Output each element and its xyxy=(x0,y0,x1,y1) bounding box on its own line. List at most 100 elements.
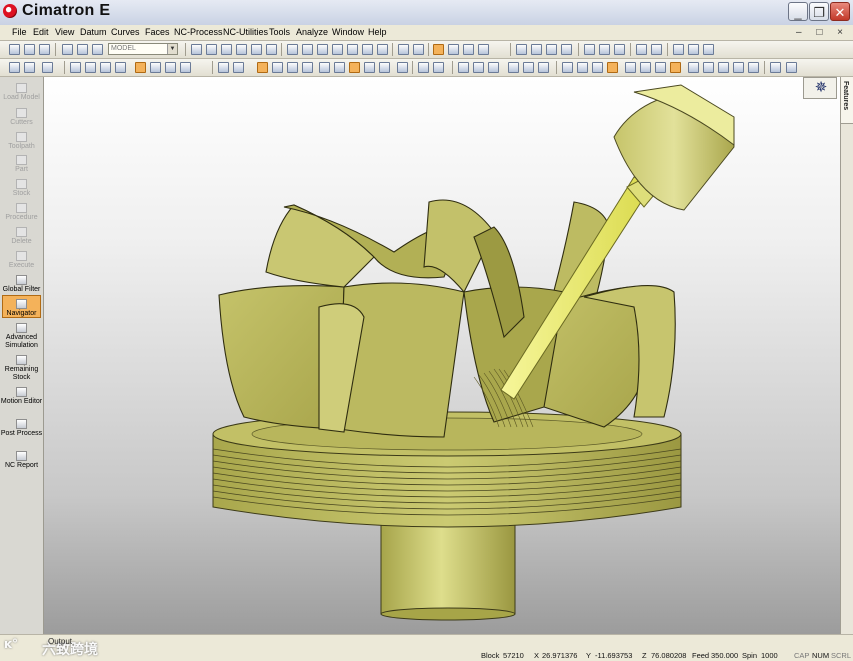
assembly-icon[interactable] xyxy=(673,44,684,55)
show-hide-icon[interactable] xyxy=(413,44,424,55)
sketch-icon[interactable] xyxy=(516,44,527,55)
output-tab[interactable]: Output xyxy=(48,637,72,646)
undo-icon[interactable] xyxy=(62,44,73,55)
mdi-window-controls[interactable]: – □ × xyxy=(796,26,849,39)
curve-edit-icon[interactable] xyxy=(433,62,444,73)
pick-object-icon[interactable] xyxy=(115,62,126,73)
trim-icon[interactable] xyxy=(640,62,651,73)
pick-face-icon[interactable] xyxy=(100,62,111,73)
features-tab[interactable]: Features xyxy=(841,77,853,124)
pan-icon[interactable] xyxy=(251,44,262,55)
pick-loop-icon[interactable] xyxy=(165,62,176,73)
view-back-icon[interactable] xyxy=(347,44,358,55)
menu-analyze[interactable]: Analyze xyxy=(296,26,328,39)
pick-point-icon[interactable] xyxy=(70,62,81,73)
zoom-window-icon[interactable] xyxy=(191,44,202,55)
axis-icon[interactable] xyxy=(508,62,519,73)
load-model-button[interactable]: Load Model xyxy=(0,83,43,102)
pick-active-icon[interactable] xyxy=(135,62,146,73)
wireframe-mode-icon[interactable] xyxy=(448,44,459,55)
menu-file[interactable]: File xyxy=(12,26,27,39)
minimize-button[interactable]: _ xyxy=(788,2,808,21)
unselect-icon[interactable] xyxy=(24,62,35,73)
zoom-all-icon[interactable] xyxy=(206,44,217,55)
snap-icon[interactable] xyxy=(770,62,781,73)
array-icon[interactable] xyxy=(538,62,549,73)
grid-icon[interactable] xyxy=(397,62,408,73)
dimension-icon[interactable] xyxy=(748,62,759,73)
blend-icon[interactable] xyxy=(561,44,572,55)
navigator-button[interactable]: Navigator xyxy=(0,299,43,318)
save-icon[interactable] xyxy=(39,44,50,55)
active-curve-icon[interactable] xyxy=(607,62,618,73)
info-icon[interactable] xyxy=(319,62,330,73)
revolve-icon[interactable] xyxy=(546,44,557,55)
select-icon[interactable] xyxy=(9,62,20,73)
advanced-simulation-button[interactable]: Advanced Simulation xyxy=(0,323,43,350)
components-icon[interactable] xyxy=(688,44,699,55)
pick-edge-icon[interactable] xyxy=(85,62,96,73)
extend-icon[interactable] xyxy=(655,62,666,73)
global-filter-button[interactable]: Global Filter xyxy=(0,275,43,294)
menu-curves[interactable]: Curves xyxy=(111,26,140,39)
transform-icon[interactable] xyxy=(233,62,244,73)
procedure-button[interactable]: Procedure xyxy=(0,203,43,222)
chamfer-icon[interactable] xyxy=(733,62,744,73)
section-icon[interactable] xyxy=(287,62,298,73)
redo-icon[interactable] xyxy=(77,44,88,55)
curve-tool-icon[interactable] xyxy=(418,62,429,73)
view-left-icon[interactable] xyxy=(377,44,388,55)
light-off-icon[interactable] xyxy=(599,44,610,55)
motion-editor-button[interactable]: Motion Editor xyxy=(0,387,43,406)
menu-datum[interactable]: Datum xyxy=(80,26,107,39)
view-top-icon[interactable] xyxy=(317,44,328,55)
close-button[interactable]: ✕ xyxy=(830,2,850,21)
remaining-stock-button[interactable]: Remaining Stock xyxy=(0,355,43,382)
post-process-button[interactable]: Post Process xyxy=(0,419,43,438)
hidden-line-icon[interactable] xyxy=(463,44,474,55)
part-button[interactable]: Part xyxy=(0,155,43,174)
draw-slash-icon[interactable] xyxy=(577,62,588,73)
extrude-icon[interactable] xyxy=(531,44,542,55)
shading-toggle-icon[interactable] xyxy=(257,62,268,73)
delete-button[interactable]: Delete xyxy=(0,227,43,246)
move-icon[interactable] xyxy=(523,62,534,73)
view-iso-icon[interactable] xyxy=(287,44,298,55)
back-arrow-icon[interactable] xyxy=(636,44,647,55)
layers-icon[interactable] xyxy=(398,44,409,55)
menu-nc-process[interactable]: NC-Process xyxy=(174,26,223,39)
render-mode-icon[interactable] xyxy=(478,44,489,55)
arc-icon[interactable] xyxy=(473,62,484,73)
menu-faces[interactable]: Faces xyxy=(145,26,170,39)
circle-icon[interactable] xyxy=(592,62,603,73)
pick-all-icon[interactable] xyxy=(180,62,191,73)
model-set-dropdown[interactable]: MODEL ▼ xyxy=(108,43,178,55)
measure-icon[interactable] xyxy=(218,62,229,73)
chevron-down-icon[interactable]: ▼ xyxy=(167,44,177,54)
display-options-icon[interactable] xyxy=(272,62,283,73)
toolpath-button[interactable]: Toolpath xyxy=(0,132,43,151)
box-icon[interactable] xyxy=(364,62,375,73)
view-front-icon[interactable] xyxy=(302,44,313,55)
draw-line-icon[interactable] xyxy=(562,62,573,73)
spline-icon[interactable] xyxy=(488,62,499,73)
execute-button[interactable]: Execute xyxy=(0,251,43,270)
menu-help[interactable]: Help xyxy=(368,26,387,39)
view-orientation-widget[interactable]: ✵ xyxy=(803,77,837,99)
menu-window[interactable]: Window xyxy=(332,26,364,39)
properties-icon[interactable] xyxy=(703,44,714,55)
filter-icon[interactable] xyxy=(42,62,53,73)
rotate-icon[interactable] xyxy=(266,44,277,55)
active-trim-icon[interactable] xyxy=(670,62,681,73)
forward-arrow-icon[interactable] xyxy=(651,44,662,55)
view-bottom-icon[interactable] xyxy=(362,44,373,55)
join-icon[interactable] xyxy=(703,62,714,73)
line-icon[interactable] xyxy=(458,62,469,73)
cone-icon[interactable] xyxy=(379,62,390,73)
compass-icon[interactable]: ✵ xyxy=(813,80,829,96)
menu-tools[interactable]: Tools xyxy=(269,26,290,39)
maximize-button[interactable]: ❐ xyxy=(809,2,829,21)
help-pointer-icon[interactable] xyxy=(614,44,625,55)
zoom-selected-icon[interactable] xyxy=(221,44,232,55)
shaded-mode-icon[interactable] xyxy=(433,44,444,55)
